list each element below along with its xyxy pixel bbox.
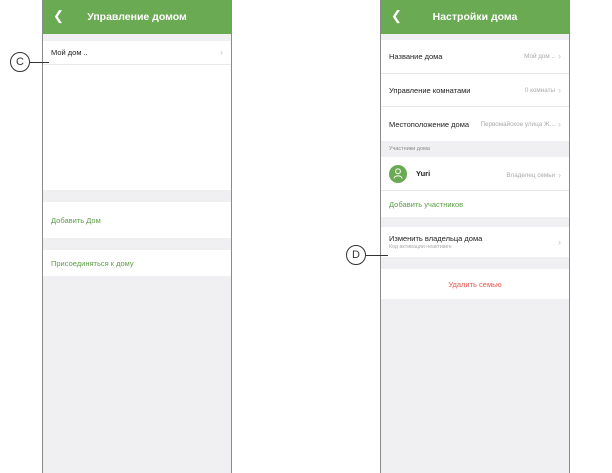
avatar: [389, 164, 407, 183]
room-management-row[interactable]: Управление комнатами 0 комнаты ›: [381, 74, 569, 107]
member-row[interactable]: Yuri Владелец семьи ›: [381, 157, 569, 191]
page-title: Управление домом: [87, 11, 187, 23]
chevron-right-icon: ›: [558, 84, 561, 95]
home-name-row[interactable]: Название дома Мой дом .. ›: [381, 40, 569, 74]
delete-family-label: Удалить семью: [448, 279, 502, 289]
callout-c-line: [30, 62, 49, 63]
chevron-right-icon: ›: [558, 170, 561, 180]
room-count-value: 0 комнаты: [524, 86, 555, 94]
chevron-right-icon: ›: [558, 118, 561, 129]
member-name: Yuri: [416, 169, 431, 178]
home-location-row[interactable]: Местоположение дома Первомайское улица Ж…: [381, 107, 569, 141]
home-settings-screen: ❮ Настройки дома Название дома Мой дом .…: [380, 0, 570, 473]
callout-d-line: [366, 255, 388, 256]
chevron-right-icon: ›: [220, 47, 223, 57]
home-item-label: Мой дом ..: [51, 48, 88, 57]
change-owner-row[interactable]: Изменить владельца дома Код активации не…: [381, 227, 569, 257]
add-members-label: Добавить участников: [389, 199, 464, 209]
home-list-item[interactable]: Мой дом .. ›: [43, 41, 231, 65]
add-members-button[interactable]: Добавить участников: [381, 191, 569, 217]
add-home-button[interactable]: Добавить Дом: [43, 202, 231, 238]
back-icon[interactable]: ❮: [53, 9, 64, 23]
home-list-empty-area: [43, 65, 231, 190]
chevron-right-icon: ›: [558, 236, 561, 247]
member-role: Владелец семьи: [506, 172, 555, 179]
change-owner-subtitle: Код активации неактивен: [389, 244, 452, 250]
home-location-value: Первомайское улица Ж...: [480, 120, 555, 128]
page-title: Настройки дома: [432, 11, 518, 23]
header: ❮ Настройки дома: [381, 0, 569, 34]
members-section-title: Участники дома: [381, 141, 569, 157]
callout-d: D: [346, 245, 366, 265]
chevron-right-icon: ›: [558, 51, 561, 61]
join-home-label: Присоединяться к дому: [51, 258, 134, 268]
home-name-label: Название дома: [389, 52, 443, 61]
callout-c: C: [10, 52, 30, 72]
join-home-button[interactable]: Присоединяться к дому: [43, 250, 231, 276]
home-name-value: Мой дом ..: [524, 53, 555, 60]
room-management-label: Управление комнатами: [389, 85, 471, 95]
delete-family-button[interactable]: Удалить семью: [381, 269, 569, 299]
user-icon: [393, 168, 403, 179]
change-owner-label: Изменить владельца дома: [389, 234, 483, 243]
back-icon[interactable]: ❮: [391, 9, 402, 23]
header: ❮ Управление домом: [43, 0, 231, 34]
home-location-label: Местоположение дома: [389, 119, 470, 129]
add-home-label: Добавить Дом: [51, 215, 101, 225]
home-management-screen: ❮ Управление домом Мой дом .. › Добавить…: [42, 0, 232, 473]
